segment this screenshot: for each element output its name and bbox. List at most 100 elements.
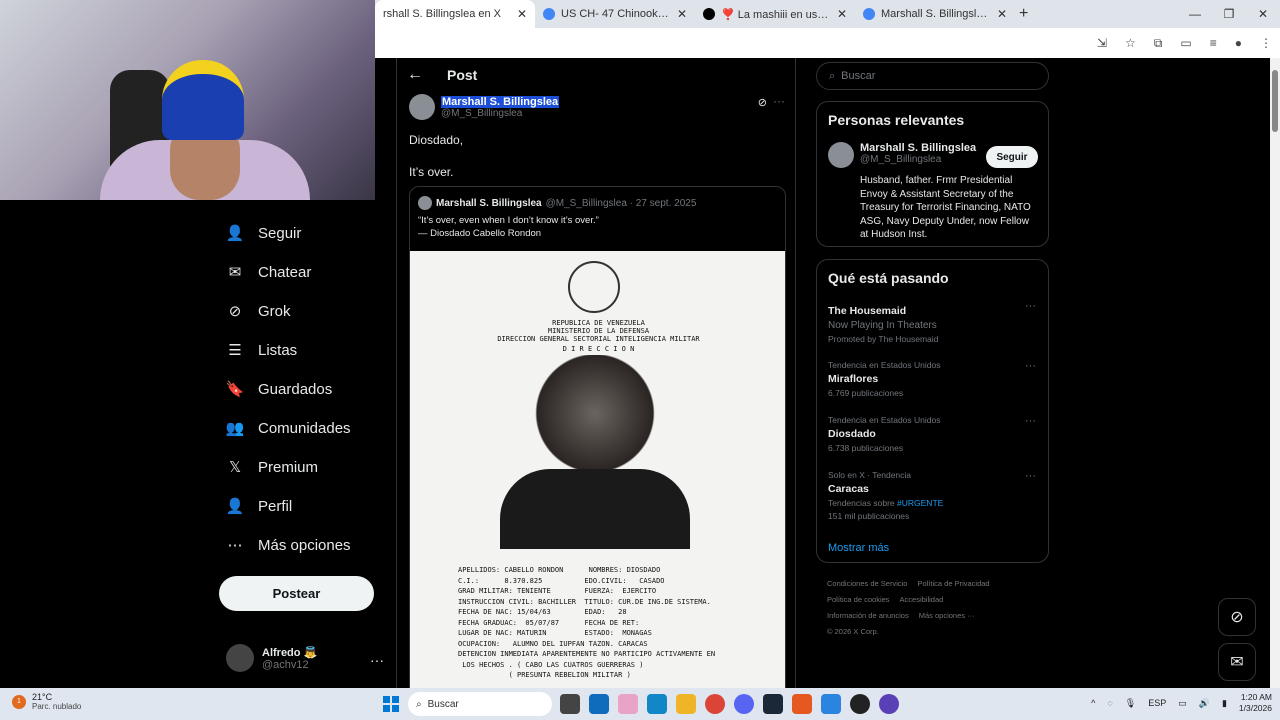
browser-toolbar: ⇲ ☆ ⧉ ▭ ≡ ● ⋮ bbox=[375, 28, 1280, 58]
promoted-trend[interactable]: The Housemaid Now Playing In Theaters Pr… bbox=[828, 302, 1038, 344]
obs-icon[interactable] bbox=[850, 694, 870, 714]
volume-icon[interactable]: 🔊 bbox=[1199, 698, 1210, 709]
trend-item[interactable]: Tendencia en Estados Unidos Diosdado 6.7… bbox=[828, 415, 1038, 453]
clock[interactable]: 1:20 AM 1/3/2026 bbox=[1239, 692, 1272, 714]
quoted-document-image[interactable]: REPUBLICA DE VENEZUELA MINISTERIO DE LA … bbox=[410, 251, 785, 688]
star-icon[interactable]: ☆ bbox=[1125, 36, 1136, 50]
tab-title: rshall S. Billingslea en X bbox=[383, 8, 502, 20]
file-explorer-icon[interactable] bbox=[676, 694, 696, 714]
footer-link[interactable]: Accesibilidad bbox=[900, 595, 944, 604]
footer-link[interactable]: Información de anuncios bbox=[827, 611, 909, 620]
trend-more-icon[interactable]: ··· bbox=[1025, 300, 1036, 312]
page-scrollbar[interactable] bbox=[1270, 58, 1280, 688]
network-icon[interactable]: ◌ bbox=[1107, 698, 1112, 708]
split-view-icon[interactable]: ▭ bbox=[1180, 36, 1191, 50]
grok-icon[interactable]: ⊘ bbox=[758, 96, 767, 109]
chat-fab-icon[interactable]: ✉ bbox=[1218, 643, 1256, 681]
browser-tab[interactable]: rshall S. Billingslea en X ✕ bbox=[375, 0, 535, 28]
nav-item-label: Perfil bbox=[258, 497, 293, 515]
account-switcher[interactable]: Alfredo 👼 @achv12 bbox=[226, 644, 317, 672]
battery-icon[interactable]: ▮ bbox=[1222, 698, 1227, 709]
window-controls: — ❐ ✕ bbox=[1178, 0, 1280, 28]
trend-more-icon[interactable]: ··· bbox=[1025, 470, 1036, 482]
nav-item-listas[interactable]: ☰ Listas bbox=[226, 341, 297, 360]
copilot-icon[interactable] bbox=[618, 694, 638, 714]
relevant-person[interactable]: Marshall S. Billingslea @M_S_Billingslea bbox=[828, 142, 976, 168]
tab-close-icon[interactable]: ✕ bbox=[517, 7, 527, 21]
mic-icon[interactable]: 🎙 bbox=[1125, 698, 1136, 709]
quoted-post[interactable]: Marshall S. Billingslea @M_S_Billingslea… bbox=[409, 186, 786, 688]
post-more-icon[interactable]: ··· bbox=[773, 94, 785, 108]
footer-link[interactable]: Condiciones de Servicio bbox=[827, 579, 907, 588]
search-input[interactable]: ⌕ Buscar bbox=[816, 62, 1049, 90]
post-text: Diosdado, It’s over. bbox=[409, 133, 464, 179]
person-name[interactable]: Marshall S. Billingslea bbox=[860, 142, 976, 154]
trend-more-icon[interactable]: ··· bbox=[1025, 360, 1036, 372]
new-tab-button[interactable]: + bbox=[1019, 5, 1028, 23]
tray-chevron-icon[interactable]: ^ bbox=[1091, 698, 1095, 708]
outlook-icon[interactable] bbox=[589, 694, 609, 714]
discord-icon[interactable] bbox=[734, 694, 754, 714]
maximize-icon[interactable]: ❐ bbox=[1212, 0, 1246, 28]
follow-button[interactable]: Seguir bbox=[986, 146, 1038, 168]
nav-item-mas-opciones[interactable]: ⋯ Más opciones bbox=[226, 536, 351, 555]
system-tray: ^ ◌ 🎙 ESP ▭ 🔊 ▮ 1:20 AM 1/3/2026 bbox=[1091, 692, 1272, 714]
account-more-icon[interactable]: ··· bbox=[370, 652, 384, 668]
clock-time: 1:20 AM bbox=[1240, 692, 1272, 702]
windows-start-icon[interactable] bbox=[383, 696, 399, 712]
copyright: © 2026 X Corp. bbox=[827, 627, 879, 636]
avatar[interactable] bbox=[409, 94, 435, 120]
edge-icon[interactable] bbox=[647, 694, 667, 714]
menu-icon[interactable]: ⋮ bbox=[1260, 36, 1272, 50]
nav-item-grok[interactable]: ⊘ Grok bbox=[226, 302, 291, 321]
nav-item-comunidades[interactable]: 👥 Comunidades bbox=[226, 419, 351, 438]
show-more-link[interactable]: Mostrar más bbox=[828, 542, 889, 554]
browser-tab[interactable]: ❣️ La mashiii en usa💗 (@lama ✕ bbox=[695, 0, 855, 28]
close-window-icon[interactable]: ✕ bbox=[1246, 0, 1280, 28]
profile-icon[interactable]: ● bbox=[1235, 36, 1242, 50]
taskbar-search[interactable]: ⌕ Buscar bbox=[408, 692, 552, 716]
footer-link[interactable]: Política de Privacidad bbox=[917, 579, 989, 588]
nav-item-perfil[interactable]: 👤 Perfil bbox=[226, 497, 293, 516]
scrollbar-thumb[interactable] bbox=[1272, 70, 1278, 132]
tab-close-icon[interactable]: ✕ bbox=[677, 7, 687, 21]
webcam-overlay bbox=[0, 0, 375, 200]
media-icon[interactable]: ≡ bbox=[1210, 36, 1217, 50]
install-icon[interactable]: ⇲ bbox=[1097, 36, 1107, 50]
author-handle[interactable]: @M_S_Billingslea bbox=[441, 108, 559, 119]
tab-close-icon[interactable]: ✕ bbox=[997, 7, 1007, 21]
nav-item-seguir[interactable]: 👤 Seguir bbox=[225, 224, 302, 243]
avatar[interactable] bbox=[828, 142, 854, 168]
minimize-icon[interactable]: — bbox=[1178, 0, 1212, 28]
display-icon[interactable]: ▭ bbox=[1178, 698, 1187, 709]
back-arrow-icon[interactable]: ← bbox=[407, 66, 423, 84]
person-handle[interactable]: @M_S_Billingslea bbox=[860, 154, 976, 165]
trend-item[interactable]: Solo en X · Tendencia Caracas Tendencias… bbox=[828, 470, 1038, 521]
browser-tab[interactable]: Marshall S. Billingslea - Buscar c ✕ bbox=[855, 0, 1015, 28]
chrome-icon[interactable] bbox=[705, 694, 725, 714]
footer-link[interactable]: Más opciones ··· bbox=[919, 611, 975, 620]
nav-item-premium[interactable]: 𝕏 Premium bbox=[226, 458, 318, 477]
extensions-icon[interactable]: ⧉ bbox=[1154, 36, 1163, 51]
brave-icon[interactable] bbox=[792, 694, 812, 714]
steam-icon[interactable] bbox=[763, 694, 783, 714]
task-view-icon[interactable] bbox=[560, 694, 580, 714]
browser-tab[interactable]: US CH- 47 Chinook - Buscar co ✕ bbox=[535, 0, 695, 28]
weather-widget[interactable]: 1 21°C Parc. nublado bbox=[12, 692, 81, 711]
nav-item-chatear[interactable]: ✉ Chatear bbox=[226, 263, 312, 282]
person-add-icon: 👤 bbox=[225, 225, 245, 242]
trend-item[interactable]: Tendencia en Estados Unidos Miraflores 6… bbox=[828, 360, 1038, 398]
trend-more-icon[interactable]: ··· bbox=[1025, 415, 1036, 427]
tab-close-icon[interactable]: ✕ bbox=[837, 7, 847, 21]
footer-link[interactable]: Política de cookies bbox=[827, 595, 890, 604]
app-icon[interactable] bbox=[879, 694, 899, 714]
author-name[interactable]: Marshall S. Billingslea bbox=[441, 95, 560, 108]
grok-fab-icon[interactable]: ⊘ bbox=[1218, 598, 1256, 636]
language-indicator[interactable]: ESP bbox=[1148, 698, 1166, 708]
post-button[interactable]: Postear bbox=[219, 576, 374, 611]
post-author[interactable]: Marshall S. Billingslea @M_S_Billingslea bbox=[409, 94, 560, 120]
topic-hashtag[interactable]: #URGENTE bbox=[897, 498, 943, 508]
nav-item-guardados[interactable]: 🔖 Guardados bbox=[226, 380, 333, 399]
main-column: ← Post Marshall S. Billingslea @M_S_Bill… bbox=[396, 58, 796, 688]
store-icon[interactable] bbox=[821, 694, 841, 714]
